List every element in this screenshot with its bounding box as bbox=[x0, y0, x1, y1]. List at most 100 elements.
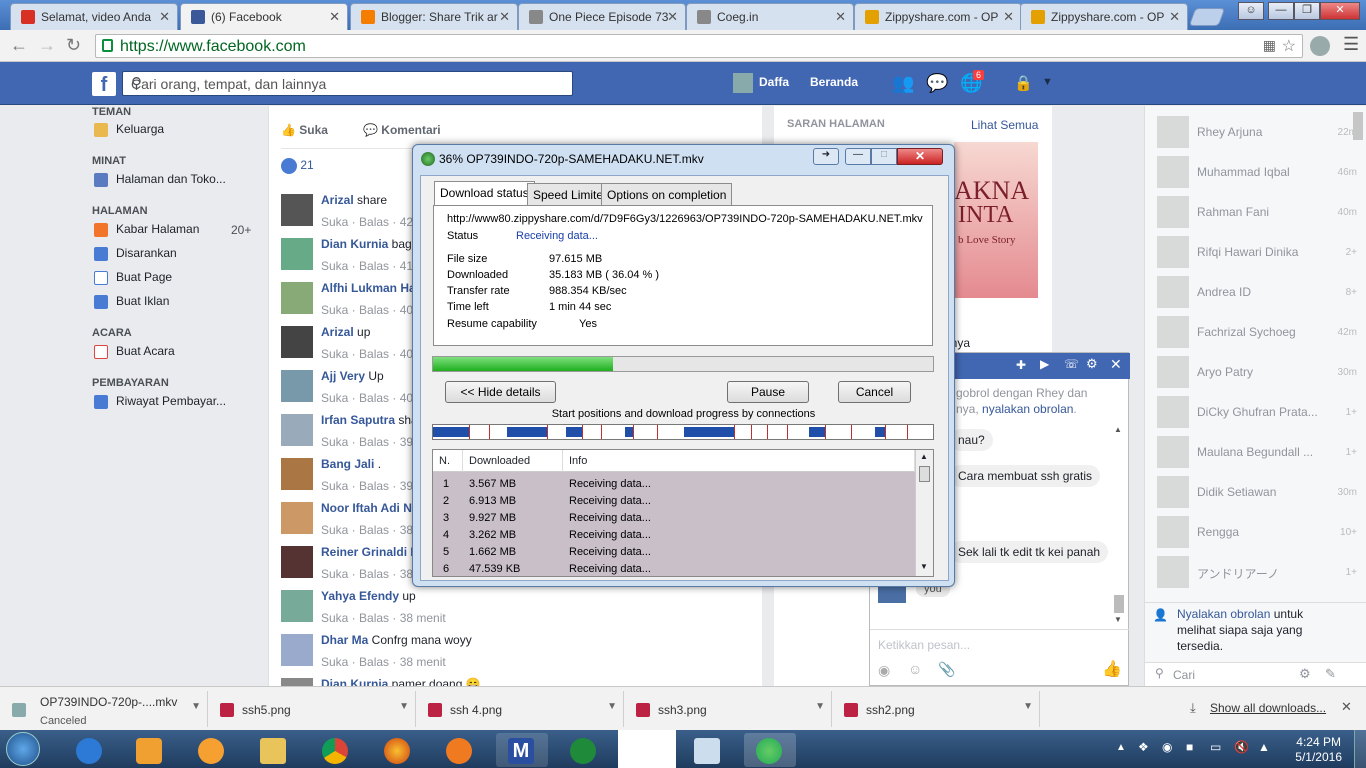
chat-contact[interactable]: Andrea ID 8+ bbox=[1157, 276, 1357, 308]
download-menu-chevron-icon[interactable]: ▼ bbox=[1023, 701, 1033, 712]
comment-meta[interactable]: Suka · Balas · 38 menit bbox=[321, 611, 446, 625]
settings-gear-icon[interactable]: ⚙ bbox=[1086, 356, 1098, 372]
chat-contact[interactable]: DiCky Ghufran Prata... 1+ bbox=[1157, 396, 1357, 428]
likes-count[interactable]: 21 bbox=[281, 158, 314, 174]
connection-row[interactable]: 2 6.913 MB Receiving data... bbox=[433, 493, 915, 510]
taskbar-media-player[interactable] bbox=[124, 733, 176, 767]
friend-requests-icon[interactable]: 👥 bbox=[892, 73, 914, 94]
close-tab-icon[interactable]: ✕ bbox=[159, 9, 170, 25]
settings-gear-icon[interactable]: ⚙ bbox=[1299, 666, 1311, 682]
commenter-avatar[interactable] bbox=[281, 326, 313, 358]
comment-meta[interactable]: Suka · Balas · 39 bbox=[321, 435, 413, 449]
comment-meta[interactable]: Suka · Balas · 40 bbox=[321, 303, 413, 317]
close-tab-icon[interactable]: ✕ bbox=[667, 9, 678, 25]
show-hidden-icons-icon[interactable]: ▲ bbox=[1116, 742, 1126, 753]
restore-window-button[interactable]: ❐ bbox=[1294, 2, 1320, 20]
emoji-icon[interactable]: ☺ bbox=[908, 661, 922, 677]
connection-row[interactable]: 6 47.539 KB Receiving data... bbox=[433, 561, 915, 576]
commenter-avatar[interactable] bbox=[281, 634, 313, 666]
search-icon[interactable]: ⚲ bbox=[131, 74, 558, 92]
download-item[interactable]: ssh5.png ▼ bbox=[212, 691, 416, 727]
commenter-name[interactable]: Reiner Grinaldi D bbox=[321, 545, 419, 559]
idm-maximize-button[interactable]: □ bbox=[871, 148, 897, 165]
address-bar[interactable]: https://www.facebook.com ▦ ☆ bbox=[95, 34, 1303, 58]
chat-scrollbar[interactable] bbox=[1114, 595, 1124, 613]
commenter-name[interactable]: Noor Iftah Adi N bbox=[321, 501, 412, 515]
chat-contact[interactable]: Rifqi Hawari Dinika 2+ bbox=[1157, 236, 1357, 268]
commenter-avatar[interactable] bbox=[281, 194, 313, 226]
nav-item-riwayat[interactable]: Riwayat Pembayar... bbox=[94, 394, 226, 409]
like-send-icon[interactable]: 👍 bbox=[1102, 659, 1122, 679]
pause-button[interactable]: Pause bbox=[727, 381, 809, 403]
browser-tab[interactable]: Zippyshare.com - OP ✕ bbox=[854, 3, 1022, 30]
tray-bluetooth-icon[interactable]: ❖ bbox=[1138, 740, 1149, 754]
connection-row[interactable]: 3 9.927 MB Receiving data... bbox=[433, 510, 915, 527]
comment-meta[interactable]: Suka · Balas · 38 menit bbox=[321, 655, 446, 669]
commenter-avatar[interactable] bbox=[281, 414, 313, 446]
scroll-thumb[interactable] bbox=[919, 466, 930, 482]
download-menu-chevron-icon[interactable]: ▼ bbox=[607, 701, 617, 712]
messages-icon[interactable]: 💬 bbox=[926, 73, 948, 94]
chat-contact[interactable]: Fachrizal Sychoeg 42m bbox=[1157, 316, 1357, 348]
taskbar-app-m[interactable]: M bbox=[496, 733, 548, 767]
comment-meta[interactable]: Suka · Balas · 41 bbox=[321, 259, 413, 273]
chat-contact[interactable]: Didik Setiawan 30m bbox=[1157, 476, 1357, 508]
comment-meta[interactable]: Suka · Balas · 39 bbox=[321, 479, 413, 493]
close-tab-icon[interactable]: ✕ bbox=[1003, 9, 1014, 25]
nav-item-disarankan[interactable]: Disarankan bbox=[94, 246, 177, 261]
browser-tab[interactable]: Zippyshare.com - OP ✕ bbox=[1020, 3, 1188, 30]
privacy-lock-icon[interactable]: 🔒 bbox=[1014, 74, 1033, 92]
page-scrollbar[interactable] bbox=[1353, 112, 1363, 140]
tray-monitor-icon[interactable]: ▭ bbox=[1210, 740, 1221, 754]
commenter-avatar[interactable] bbox=[281, 282, 313, 314]
comment-meta[interactable]: Suka · Balas · 38 bbox=[321, 523, 413, 537]
taskbar-chrome[interactable] bbox=[310, 733, 362, 767]
enable-chat-link[interactable]: nyalakan obrolan bbox=[982, 402, 1073, 416]
show-all-downloads-link[interactable]: Show all downloads... bbox=[1210, 701, 1326, 715]
close-window-button[interactable]: ✕ bbox=[1320, 2, 1360, 20]
back-arrow-icon[interactable]: ← bbox=[10, 35, 28, 56]
show-desktop-button[interactable] bbox=[1354, 730, 1366, 768]
commenter-name[interactable]: Alfhi Lukman Ha bbox=[321, 281, 416, 295]
commenter-name[interactable]: Ajj Very bbox=[321, 369, 365, 383]
tray-app-icon[interactable]: ◉ bbox=[1162, 740, 1172, 754]
camera-icon[interactable]: ◉ bbox=[878, 662, 890, 679]
download-item[interactable]: ssh3.png ▼ bbox=[628, 691, 832, 727]
connections-scrollbar[interactable]: ▲ ▼ bbox=[915, 450, 933, 576]
browser-tab[interactable]: Blogger: Share Trik ar ✕ bbox=[350, 3, 518, 30]
tab-options-completion[interactable]: Options on completion bbox=[601, 183, 733, 205]
new-message-icon[interactable]: ✎ bbox=[1325, 666, 1336, 682]
commenter-avatar[interactable] bbox=[281, 370, 313, 402]
tray-volume-muted-icon[interactable]: 🔇 bbox=[1234, 740, 1249, 754]
commenter-name[interactable]: Yahya Efendy bbox=[321, 589, 399, 603]
close-tab-icon[interactable]: ✕ bbox=[329, 9, 340, 25]
commenter-avatar[interactable] bbox=[281, 546, 313, 578]
user-profile-button[interactable]: ☺ bbox=[1238, 2, 1264, 20]
browser-tab[interactable]: Selamat, video Anda ✕ bbox=[10, 3, 178, 30]
download-menu-chevron-icon[interactable]: ▼ bbox=[399, 701, 409, 712]
taskbar-green-app[interactable] bbox=[558, 733, 610, 767]
comment-action[interactable]: 💬 Komentari bbox=[363, 123, 441, 137]
close-tab-icon[interactable]: ✕ bbox=[835, 9, 846, 25]
close-tab-icon[interactable]: ✕ bbox=[499, 9, 510, 25]
scroll-down-icon[interactable]: ▼ bbox=[1114, 615, 1122, 624]
facebook-search-input[interactable]: Cari orang, tempat, dan lainnya ⚲ bbox=[122, 71, 573, 96]
commenter-name[interactable]: Arizal bbox=[321, 193, 354, 207]
browser-tab[interactable]: (6) Facebook ✕ bbox=[180, 3, 348, 30]
commenter-name[interactable]: Bang Jali bbox=[321, 457, 374, 471]
bookmark-star-icon[interactable]: ☆ bbox=[1282, 36, 1296, 56]
tray-usb-icon[interactable]: ■ bbox=[1186, 740, 1193, 754]
scroll-up-icon[interactable]: ▲ bbox=[920, 452, 928, 461]
taskbar-messenger[interactable] bbox=[186, 733, 238, 767]
reload-icon[interactable]: ↻ bbox=[66, 35, 81, 56]
close-shelf-icon[interactable]: ✕ bbox=[1341, 699, 1352, 715]
commenter-name[interactable]: Irfan Saputra bbox=[321, 413, 395, 427]
commenter-name[interactable]: Dian Kurnia bbox=[321, 237, 388, 251]
taskbar-explorer[interactable] bbox=[248, 733, 300, 767]
attachment-icon[interactable]: 📎 bbox=[938, 661, 955, 678]
forward-arrow-icon[interactable]: → bbox=[38, 35, 56, 56]
scroll-up-icon[interactable]: ▲ bbox=[1114, 425, 1122, 434]
commenter-name[interactable]: Arizal bbox=[321, 325, 354, 339]
profile-link[interactable]: Daffa bbox=[759, 75, 789, 89]
column-header-info[interactable]: Info bbox=[563, 450, 915, 472]
